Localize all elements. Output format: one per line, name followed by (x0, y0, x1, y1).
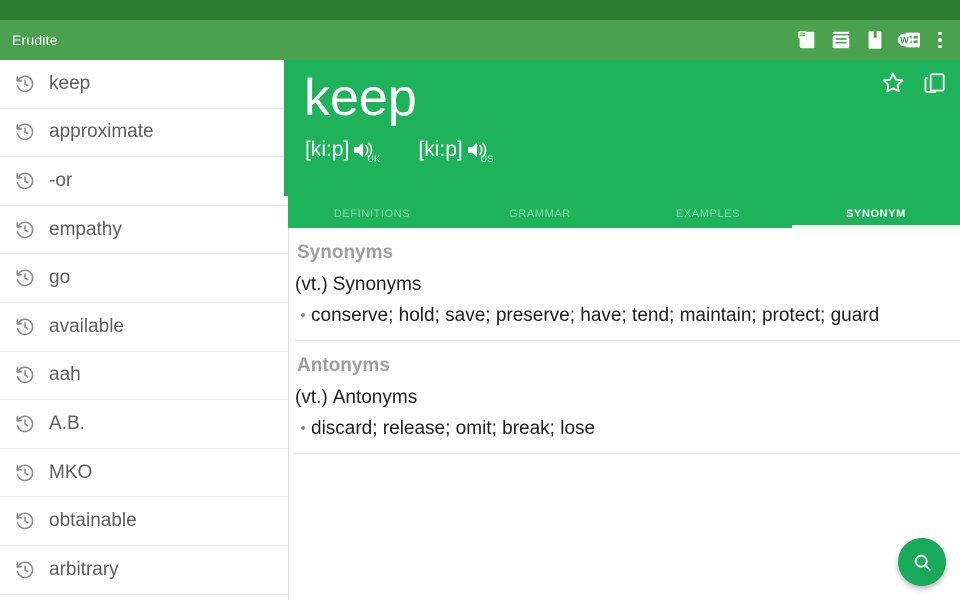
antonyms-list-item: • discard; release; omit; break; lose (295, 415, 960, 443)
bullet-icon: • (295, 302, 311, 330)
sidebar-item-available[interactable]: available (0, 303, 288, 352)
sidebar-item-label: keep (49, 73, 90, 95)
synonyms-list-item: • conserve; hold; save; preserve; have; … (295, 302, 960, 330)
tab-definitions[interactable]: DEFINITIONS (288, 208, 456, 220)
history-icon (14, 121, 36, 143)
synonyms-pos-line: (vt.) Synonyms (295, 272, 960, 298)
speaker-icon[interactable]: UK (352, 138, 378, 162)
overflow-menu-icon[interactable] (926, 20, 954, 60)
sidebar-item-aah[interactable]: aah (0, 352, 288, 401)
antonyms-section-title: Antonyms (289, 341, 960, 385)
synonyms-section: Synonyms (vt.) Synonyms • conserve; hold… (289, 228, 960, 340)
sidebar-item-label: A.B. (49, 413, 85, 435)
entry-actions (880, 70, 948, 96)
sidebar-item-label: MKO (49, 462, 92, 484)
pronunciation-uk-region: UK (367, 154, 380, 164)
history-icon (14, 510, 36, 532)
entry-tabs: DEFINITIONS GRAMMAR EXAMPLES SYNONYM (288, 200, 960, 228)
antonyms-pos-name: Antonyms (333, 385, 417, 411)
app-title: Erudite (12, 32, 58, 48)
sidebar-item-label: aah (49, 364, 81, 386)
svg-text:W: W (900, 36, 909, 46)
sidebar-item-empathy[interactable]: empathy (0, 206, 288, 255)
copy-icon[interactable] (922, 70, 948, 96)
pronunciation-us-ipa: [ki:p] (418, 138, 462, 162)
pronunciation-us-region: US (481, 154, 494, 164)
history-icon (14, 364, 36, 386)
history-icon (14, 559, 36, 581)
history-icon (14, 462, 36, 484)
sidebar-item-label: empathy (49, 219, 122, 241)
bookmark-icon[interactable] (858, 20, 892, 60)
history-icon (14, 73, 36, 95)
flashcard-icon[interactable] (790, 20, 824, 60)
sidebar-item-keep[interactable]: keep (0, 60, 288, 109)
entry-header: keep [ki:p] UK [ki:p] (288, 60, 960, 200)
sidebar-item-approximate[interactable]: approximate (0, 109, 288, 158)
history-icon (14, 219, 36, 241)
sidebar-item-label: go (49, 267, 70, 289)
content-divider-bottom (295, 453, 960, 454)
pronunciation-us[interactable]: [ki:p] US (418, 138, 491, 162)
pronunciation-uk-ipa: [ki:p] (305, 138, 349, 162)
app-root: Erudite (0, 0, 960, 600)
search-fab[interactable] (898, 538, 946, 586)
pronunciation-group: [ki:p] UK [ki:p] (305, 138, 492, 162)
synonyms-section-title: Synonyms (289, 228, 960, 272)
antonyms-section: Antonyms (vt.) Antonyms • discard; relea… (289, 341, 960, 453)
sidebar-item-obtainable[interactable]: obtainable (0, 497, 288, 546)
history-icon (14, 267, 36, 289)
antonyms-list-text: discard; release; omit; break; lose (311, 415, 595, 443)
article-list-icon[interactable] (824, 20, 858, 60)
synonyms-pos-tag: (vt.) (295, 272, 328, 298)
synonyms-list-text: conserve; hold; save; preserve; have; te… (311, 302, 879, 330)
tab-synonym[interactable]: SYNONYM (792, 208, 960, 220)
sidebar-item-label: available (49, 316, 124, 338)
synonyms-pos-name: Synonyms (333, 272, 422, 298)
sidebar-item-ab[interactable]: A.B. (0, 400, 288, 449)
favorite-star-icon[interactable] (880, 70, 906, 96)
headword: keep (304, 66, 417, 130)
sidebar-item-or[interactable]: -or (0, 157, 288, 206)
tab-examples[interactable]: EXAMPLES (624, 208, 792, 220)
antonyms-pos-line: (vt.) Antonyms (295, 385, 960, 411)
entry-detail-pane: keep [ki:p] UK [ki:p] (288, 60, 960, 600)
antonyms-pos-tag: (vt.) (295, 385, 328, 411)
tab-grammar[interactable]: GRAMMAR (456, 208, 624, 220)
entry-content: Synonyms (vt.) Synonyms • conserve; hold… (288, 228, 960, 600)
sidebar-item-label: obtainable (49, 510, 137, 532)
history-sidebar[interactable]: keep approximate -or (0, 60, 288, 600)
history-icon (14, 316, 36, 338)
sidebar-item-label: -or (49, 170, 72, 192)
speaker-icon[interactable]: US (466, 138, 492, 162)
bullet-icon: • (295, 415, 311, 443)
history-icon (14, 413, 36, 435)
status-bar (0, 0, 960, 20)
history-icon (14, 170, 36, 192)
sidebar-item-label: arbitrary (49, 559, 119, 581)
sidebar-item-arbitrary[interactable]: arbitrary (0, 546, 288, 595)
word-of-day-calendar-icon[interactable]: W (892, 20, 926, 60)
synonyms-pos-block: (vt.) Synonyms • conserve; hold; save; p… (289, 272, 960, 340)
sidebar-item-go[interactable]: go (0, 254, 288, 303)
sidebar-item-mko[interactable]: MKO (0, 449, 288, 498)
app-toolbar: Erudite (0, 20, 960, 60)
antonyms-pos-block: (vt.) Antonyms • discard; release; omit;… (289, 385, 960, 453)
search-icon (912, 552, 933, 573)
sidebar-item-label: approximate (49, 121, 154, 143)
pronunciation-uk[interactable]: [ki:p] UK (305, 138, 378, 162)
